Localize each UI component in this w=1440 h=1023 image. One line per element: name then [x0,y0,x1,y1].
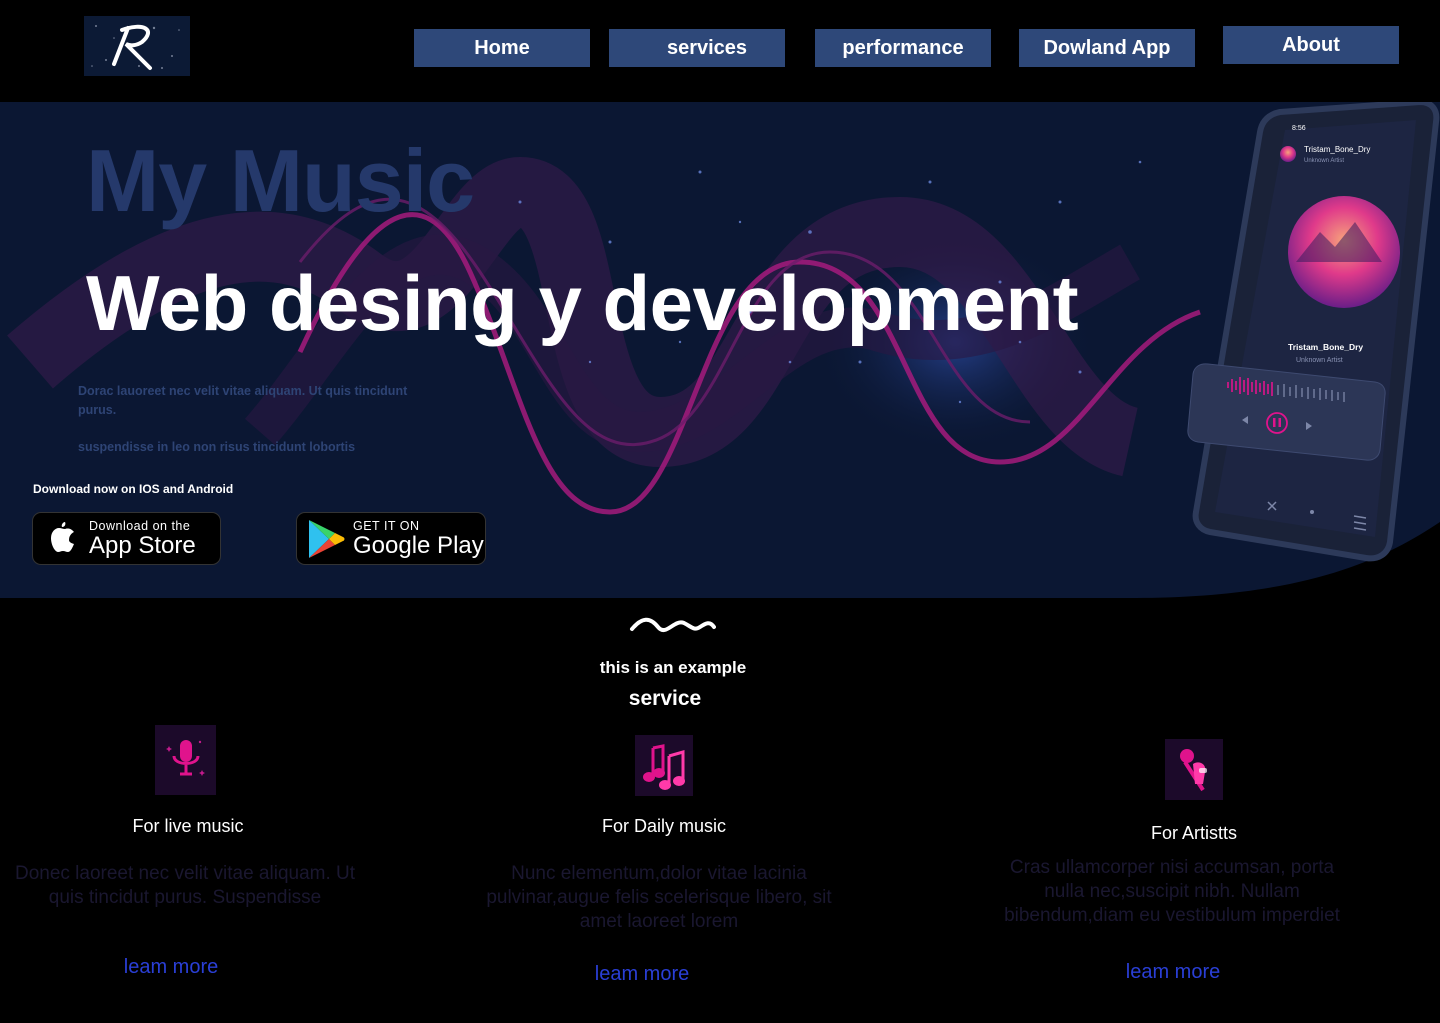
apple-icon [51,522,74,552]
header: Home services performance Dowland App Ab… [0,0,1440,102]
service-title-artists: For Artistts [1150,823,1237,843]
learn-more-artists-link[interactable]: leam more [1093,961,1253,984]
squiggle-divider-icon [630,617,716,633]
music-notes-icon [635,735,693,796]
app-store-button[interactable]: Download on the App Store [32,512,221,565]
nav-about[interactable]: About [1223,26,1399,64]
service-title-daily-music: For Daily music [601,816,726,836]
google-play-icon [309,520,345,558]
phone-mockup: 8:56 Tristam_Bone_Dry Unknown Artist Tri… [1187,102,1440,562]
nav-services[interactable]: services [609,29,785,67]
phone-time: 8:56 [1292,125,1306,132]
phone-artist: Unknown Artist [1296,357,1343,364]
download-label: Download now on IOS and Android [33,482,234,496]
app-store-small-text: Download on the [89,518,191,533]
google-play-button[interactable]: GET IT ON Google Play [296,512,486,565]
phone-artist-header: Unknown Artist [1304,158,1344,164]
google-play-small-text: GET IT ON [353,518,420,533]
phone-track-title: Tristam_Bone_Dry [1288,342,1363,352]
nav-download-app[interactable]: Dowland App [1019,29,1195,67]
service-title-live-music: For live music [132,816,244,836]
service-desc-daily-music: Nunc elementum,dolor vitae lacinia pulvi… [486,863,832,932]
section-service-label: service [628,687,702,710]
hero-title-my-music: My Music [86,131,475,230]
nav-home[interactable]: Home [414,29,590,67]
section-example-label: this is an example [599,658,747,677]
hero-title: Web desing y development [86,259,1079,347]
logo[interactable] [84,16,190,76]
nav-performance[interactable]: performance [815,29,991,67]
learn-more-live-music-link[interactable]: leam more [91,956,251,979]
logo-icon [91,24,180,70]
service-desc-live-music: Donec laoreet nec velit vitae aliquam. U… [14,863,356,908]
phone-track-header: Tristam_Bone_Dry [1304,145,1370,154]
app-store-big-text: App Store [89,531,196,559]
singer-icon [1165,739,1223,800]
learn-more-daily-music-link[interactable]: leam more [562,963,722,986]
microphone-icon [155,725,216,795]
service-desc-artists: Cras ullamcorper nisi accumsan, porta nu… [1004,857,1340,926]
hero-section: My Music Web desing y development Dorac … [0,102,1440,598]
hero-description: Dorac lauoreet nec velit vitae aliquam. … [78,384,408,417]
hero-description-2: suspendisse in leo non risus tincidunt l… [78,440,356,454]
google-play-big-text: Google Play [353,531,484,559]
